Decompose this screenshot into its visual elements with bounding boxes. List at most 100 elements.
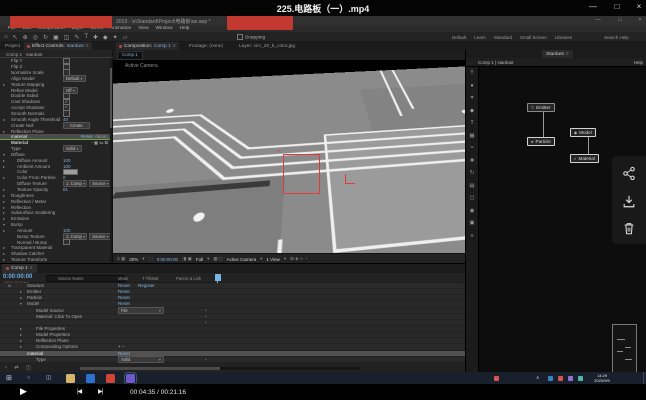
timeline-toggles[interactable]: ◔ ⇄ ◫ xyxy=(4,365,34,371)
node-type-icon[interactable]: ⠿ xyxy=(470,71,474,77)
comp-viewer-subtab[interactable]: Comp 1 xyxy=(117,51,143,60)
ae-maximize-button[interactable]: □ xyxy=(614,17,626,23)
twirl-icon[interactable]: ▾ xyxy=(20,301,22,306)
graph-minimap[interactable] xyxy=(612,324,637,376)
reset-link[interactable]: Reset xyxy=(118,295,130,300)
reset-link[interactable]: Reset xyxy=(118,289,130,294)
twirl-icon[interactable]: ▸ xyxy=(3,175,5,180)
tool-icon[interactable]: ⊕ xyxy=(23,34,28,41)
graph-node[interactable]: ◐ Material xyxy=(570,154,599,163)
twirl-icon[interactable]: ▸ xyxy=(3,257,5,262)
node-type-icon[interactable]: ✚ xyxy=(470,159,475,165)
viewer-option[interactable]: Active Camera xyxy=(227,257,257,262)
previous-button[interactable]: |◀ xyxy=(77,388,81,395)
twirl-icon[interactable]: ▸ xyxy=(20,332,22,337)
twirl-icon[interactable]: ▸ xyxy=(3,205,5,210)
reset-link[interactable]: Reset xyxy=(118,351,130,356)
tray-icon[interactable] xyxy=(558,376,563,381)
snapping-toggle[interactable]: Snapping xyxy=(237,34,265,40)
tray-icon[interactable] xyxy=(548,376,553,381)
delete-icon[interactable] xyxy=(622,221,636,236)
workspace-item[interactable]: Learn xyxy=(474,35,486,40)
panel-menu-icon[interactable]: ≡ xyxy=(30,266,33,271)
menu-item[interactable]: Animation xyxy=(110,26,131,31)
graph-node[interactable]: ◆ Model xyxy=(570,128,596,137)
tool-icon[interactable]: ↻ xyxy=(43,34,48,41)
workspace-item[interactable]: Libraries xyxy=(555,35,572,40)
viewer-option[interactable]: 30% xyxy=(129,257,138,262)
dropdown[interactable]: Solid▾ xyxy=(118,356,164,363)
search-help[interactable]: Search Help xyxy=(604,35,629,40)
node-type-icon[interactable]: ≡ xyxy=(470,234,473,240)
maximize-button[interactable]: □ xyxy=(610,2,624,11)
tool-icon[interactable]: ▱ xyxy=(123,34,128,41)
twirl-icon[interactable]: ▸ xyxy=(20,344,22,349)
twirl-icon[interactable]: ▸ xyxy=(20,338,22,343)
tool-icon[interactable]: ◎ xyxy=(33,34,38,41)
viewer-option[interactable]: 0:00:00:00 xyxy=(157,257,178,262)
tray-icon[interactable] xyxy=(578,376,583,381)
twirl-icon[interactable]: ▸ xyxy=(3,245,5,250)
twirl-icon[interactable]: ▸ xyxy=(3,129,5,134)
tray-icon[interactable] xyxy=(494,376,499,381)
graph-node[interactable]: ⠿ Emitter xyxy=(527,103,555,112)
ae-minimize-button[interactable]: — xyxy=(592,17,604,23)
node-type-icon[interactable]: ↻ xyxy=(470,171,475,177)
twirl-icon[interactable]: ▸ xyxy=(3,251,5,256)
task-view-icon[interactable]: ◫ xyxy=(46,375,51,381)
twirl-icon[interactable]: ▸ xyxy=(3,199,5,204)
taskbar-app-icon[interactable] xyxy=(106,374,115,383)
taskbar-app-icon[interactable] xyxy=(66,374,75,383)
current-timecode[interactable]: 0:00:00:00 xyxy=(3,274,32,280)
twirl-icon[interactable]: ▸ xyxy=(3,82,5,87)
node-type-icon[interactable]: ◆ xyxy=(470,109,474,115)
next-button[interactable]: ▶| xyxy=(98,388,102,395)
tab-footage[interactable]: Footage: (none) xyxy=(186,42,226,50)
register-link[interactable]: Register xyxy=(138,283,155,288)
viewer-option[interactable]: ◨ ▣ xyxy=(182,256,192,262)
tool-icon[interactable]: ⌂ xyxy=(4,34,8,40)
taskbar-app-icon[interactable] xyxy=(126,374,135,383)
timeline-row[interactable]: Type Solid▾ ◔ xyxy=(0,357,465,363)
stopwatch-icon[interactable]: ◔ xyxy=(204,357,207,362)
reset-link[interactable]: Reset xyxy=(118,283,130,288)
reset-link[interactable]: Reset xyxy=(118,301,130,306)
stopwatch-icon[interactable]: ◔ xyxy=(204,314,207,319)
node-type-icon[interactable]: ▤ xyxy=(469,184,474,190)
twirl-icon[interactable]: ▸ xyxy=(3,164,5,169)
workspace-item[interactable]: Small Screen xyxy=(520,35,547,40)
viewer-option[interactable]: ⊞ ◈ ⊹ ◔ xyxy=(290,256,307,262)
viewer-option[interactable]: ▾ xyxy=(207,256,209,262)
tool-icon[interactable]: ◆ xyxy=(103,34,108,41)
viewer-option[interactable]: 1 View xyxy=(266,257,279,262)
menu-item[interactable]: View xyxy=(138,26,148,31)
twirl-icon[interactable]: ▸ xyxy=(3,117,5,122)
tray-icon[interactable] xyxy=(568,376,573,381)
stopwatch-icon[interactable]: ◔ xyxy=(204,308,207,313)
column-header[interactable]: Source Name xyxy=(58,276,84,281)
tab-layer[interactable]: Layer: circ_20_b_color.jpg xyxy=(236,42,298,50)
twirl-icon[interactable]: ▾ xyxy=(3,222,5,227)
panel-menu-icon[interactable]: ≡ xyxy=(173,43,176,49)
property-value[interactable]: 100 xyxy=(63,158,71,163)
share-icon[interactable] xyxy=(622,166,636,181)
tool-icon[interactable]: ✦ xyxy=(113,34,118,41)
close-button[interactable]: × xyxy=(632,2,646,11)
node-type-icon[interactable]: T xyxy=(470,121,473,127)
stopwatch-icon[interactable]: ◔ xyxy=(204,320,207,325)
tab-project[interactable]: Project xyxy=(2,42,23,50)
column-header[interactable]: Mode xyxy=(118,276,128,281)
start-button[interactable]: ⊞ xyxy=(6,374,12,382)
tab-effect-controls[interactable]: Effect Controls: stardust ≡ xyxy=(24,42,92,50)
taskbar-clock[interactable]: 14:29 2020/9/9 xyxy=(588,373,616,383)
snapping-checkbox[interactable] xyxy=(237,34,243,40)
timeline-tab[interactable]: Comp 1 ≡ xyxy=(2,264,37,273)
show-desktop-button[interactable] xyxy=(643,372,644,384)
workspace-item[interactable]: Standard xyxy=(494,35,512,40)
twirl-icon[interactable]: ▸ xyxy=(3,210,5,215)
viewer-option[interactable]: Full xyxy=(196,257,203,262)
composition-viewport[interactable]: Active Camera × xyxy=(113,60,465,253)
selection-rectangle[interactable] xyxy=(283,154,320,194)
node-type-icon[interactable]: ◻ xyxy=(470,196,475,202)
viewer-option[interactable]: ▾ xyxy=(284,256,286,262)
